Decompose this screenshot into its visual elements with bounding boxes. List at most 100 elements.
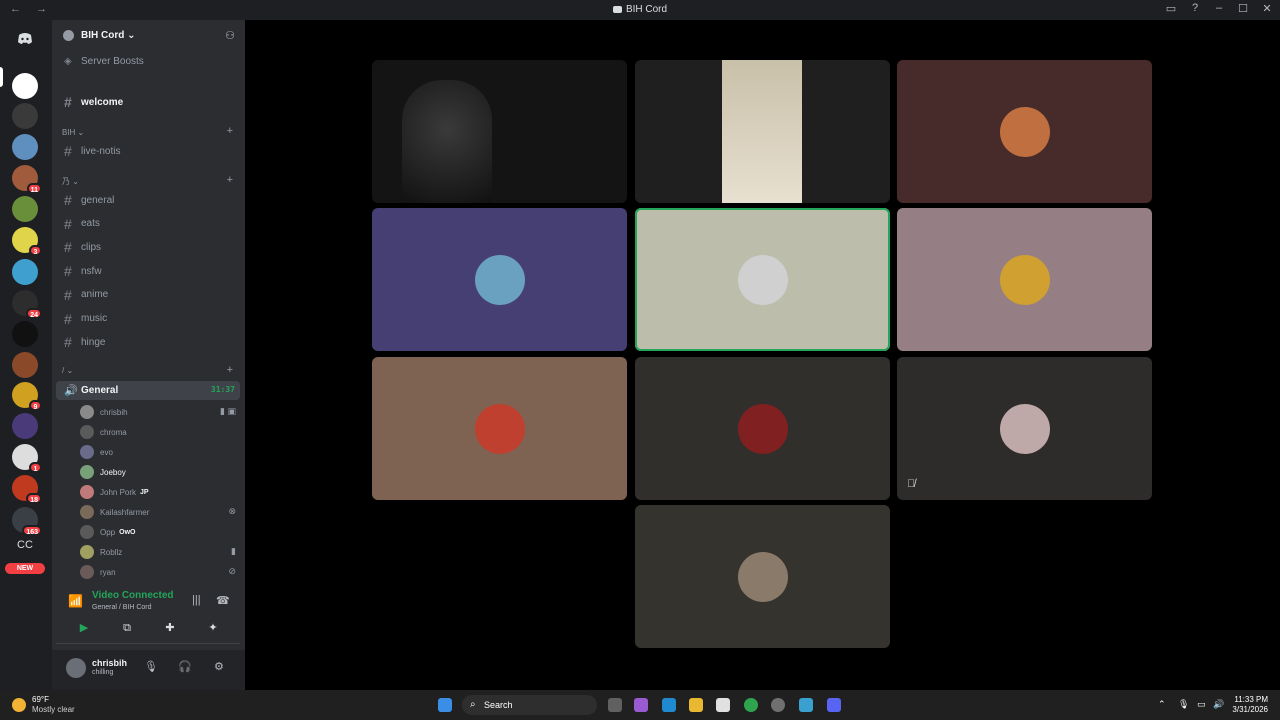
channel-live-notis[interactable]: # live-notis [56,141,240,161]
tile-camera-2[interactable] [635,60,890,203]
server-icon-server-2[interactable] [12,103,38,129]
server-icon-server-10[interactable] [12,352,38,378]
voice-user[interactable]: Joeboy [80,463,238,481]
file-explorer-icon[interactable] [689,698,703,712]
server-icon-server-4[interactable]: 11 [12,165,42,194]
chrome-icon[interactable] [744,698,758,712]
maximize-button[interactable]: ☐ [1236,2,1250,15]
server-icon-server-11[interactable]: 9 [12,382,42,411]
tile-7[interactable] [372,357,627,500]
settings-gear-icon[interactable]: ⚙ [214,660,224,673]
category-2[interactable]: 乃 ⌄ [62,176,79,187]
server-icon-server-6[interactable]: 3 [12,227,42,256]
tile-9[interactable]: 🎙̸ [897,357,1152,500]
tray-network-icon[interactable]: ▭ [1197,699,1206,710]
tile-camera-1[interactable] [372,60,627,203]
voice-user-name: John Pork [100,487,137,497]
server-boosts-label: Server Boosts [81,55,144,67]
screen-share-button[interactable]: ⧉ [107,618,147,638]
minimize-button[interactable]: – [1212,2,1226,15]
tray-volume-icon[interactable]: 🔊 [1213,699,1224,710]
voice-user[interactable]: ryan ⊘ [80,563,238,581]
system-clock[interactable]: 11:33 PM 3/31/2026 [1232,695,1268,715]
server-icon-server-13[interactable]: 1 [12,444,42,473]
channel-clips[interactable]: # clips [56,237,240,257]
voice-user[interactable]: chrisbih ▮ ▣ [80,403,238,421]
tile-8[interactable] [635,357,890,500]
noise-suppression-icon[interactable]: ||| [192,594,201,606]
notepad-icon[interactable] [799,698,813,712]
store-icon[interactable] [716,698,730,712]
server-icon-server-3[interactable] [12,134,38,160]
connection-status[interactable]: Video Connected [92,590,174,601]
microphone-icon[interactable]: 🎙 [144,660,158,673]
voice-user-name: evo [100,447,113,457]
headphones-icon[interactable]: 🎧 [178,660,192,673]
channel-general[interactable]: # general [56,190,240,210]
tray-chevron-icon[interactable]: ⌃ [1158,699,1166,710]
user-avatar[interactable] [66,658,86,678]
channel-label: welcome [81,96,124,108]
category-bih[interactable]: BIH ⌄ [62,128,84,137]
user-name[interactable]: chrisbih [92,658,127,668]
hash-icon: # [64,192,72,208]
invite-people-icon[interactable]: ⚇ [225,29,235,42]
server-boosts[interactable]: ◈ Server Boosts [56,51,240,71]
server-icon-server-7[interactable] [12,259,38,285]
channel-anime[interactable]: # anime [56,285,240,305]
server-icon-server-15[interactable]: 163 [12,507,42,536]
task-view-icon[interactable] [608,698,622,712]
connection-channel[interactable]: General / BIH Cord [92,604,152,611]
camera-button[interactable]: ▶ [64,618,104,638]
add-channel-icon[interactable]: + [227,125,233,137]
activities-button[interactable]: ✚ [150,618,190,638]
steam-icon[interactable] [771,698,785,712]
soundboard-button[interactable]: ✦ [193,618,233,638]
tile-3[interactable] [897,60,1152,203]
hash-icon: # [64,310,72,327]
voice-user[interactable]: evo [80,443,238,461]
server-icon-server-14[interactable]: 18 [12,475,42,504]
voice-user[interactable]: John Pork JP [80,483,238,501]
discord-taskbar-icon[interactable] [827,698,841,712]
channel-hinge[interactable]: # hinge [56,332,240,352]
help-icon[interactable]: ? [1188,2,1202,15]
window-title: BIH Cord [0,4,1280,15]
server-icon-server-9[interactable] [12,321,38,347]
server-icon-server-12[interactable] [12,413,38,439]
edge-icon[interactable] [662,698,676,712]
voice-channel-general[interactable]: 🔊 General 31:37 [56,381,240,400]
tile-4[interactable] [372,208,627,351]
voice-status-icon: ⊗ [228,506,236,516]
start-icon[interactable] [438,698,452,712]
tray-mic-icon[interactable]: 🎙 [1178,699,1189,710]
server-icon-bih-cord[interactable] [12,73,38,99]
voice-user[interactable]: Kailashfarmer ⊗ [80,503,238,521]
unread-badge: 24 [26,308,42,319]
close-button[interactable]: ✕ [1260,2,1274,15]
signal-icon[interactable]: 📶 [68,594,83,608]
category-3[interactable]: / ⌄ [62,366,73,375]
home-button[interactable] [12,26,38,52]
copilot-icon[interactable] [634,698,648,712]
voice-user[interactable]: Robllz ▮ [80,543,238,561]
channel-label: anime [81,289,109,301]
tile-5[interactable] [635,208,890,351]
channel-nsfw[interactable]: # nsfw [56,261,240,281]
taskbar-search[interactable]: ⌕ Search [462,695,597,715]
voice-user[interactable]: chroma [80,423,238,441]
server-icon-server-8[interactable]: 24 [12,290,42,319]
add-channel-icon[interactable]: + [227,174,233,186]
server-header[interactable]: BIH Cord ⌄ ⚇ [52,20,245,50]
channel-welcome[interactable]: # welcome [56,92,240,112]
add-channel-icon[interactable]: + [227,364,233,376]
server-icon-server-5[interactable] [12,196,38,222]
voice-user[interactable]: Opp OwO [80,523,238,541]
channel-eats[interactable]: # eats [56,214,240,234]
server-icon-cc[interactable]: CC [12,532,38,558]
tile-6[interactable] [897,208,1152,351]
tile-10[interactable] [635,505,890,648]
disconnect-icon[interactable]: ☎ [216,594,230,607]
inbox-icon[interactable]: ▭ [1164,2,1178,15]
channel-music[interactable]: # music [56,309,240,329]
